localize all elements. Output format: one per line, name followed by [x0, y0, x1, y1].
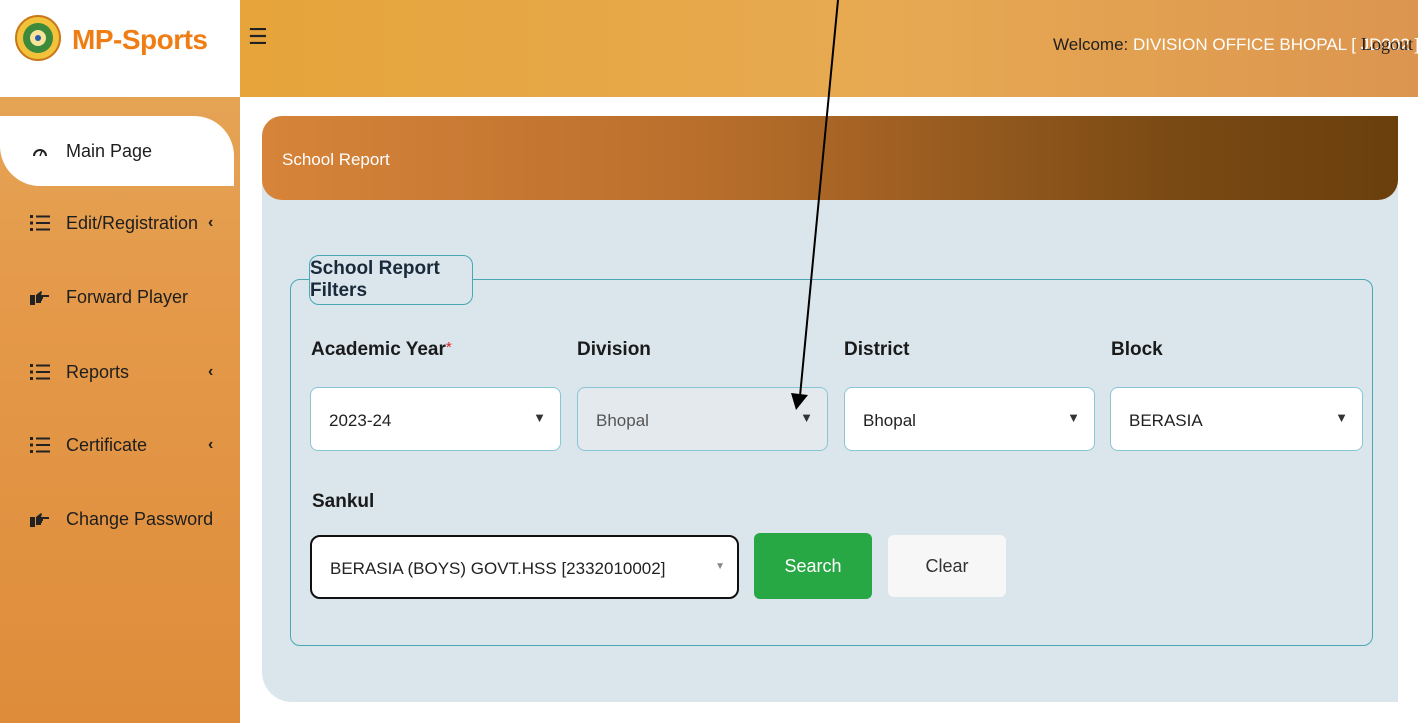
hand-point-icon — [30, 287, 50, 307]
sidebar-item-certificate[interactable]: Certificate ‹ — [0, 410, 236, 480]
chevron-down-icon: ▼ — [533, 410, 546, 425]
list-icon — [30, 213, 50, 233]
logout-link[interactable]: Logout — [1361, 34, 1413, 55]
district-select[interactable]: Bhopal ▼ — [844, 387, 1095, 451]
chevron-left-icon: ‹ — [208, 363, 214, 380]
academic-year-label-text: Academic Year — [311, 339, 446, 360]
district-value: Bhopal — [863, 411, 916, 430]
district-label: District — [844, 339, 910, 360]
academic-year-select[interactable]: 2023-24 ▼ — [310, 387, 561, 451]
sidebar-item-forward-player[interactable]: Forward Player — [0, 262, 236, 332]
sidebar-item-change-password[interactable]: Change Password — [0, 484, 236, 554]
sidebar-item-label: Change Password — [66, 508, 214, 529]
hand-point-icon — [30, 509, 50, 529]
welcome-prefix: Welcome: — [1053, 35, 1133, 54]
brand[interactable]: MP-Sports — [0, 0, 240, 97]
chevron-left-icon: ‹ — [208, 214, 214, 231]
sidebar-item-label: Edit/Registration — [66, 212, 199, 233]
list-icon — [30, 435, 50, 455]
block-select[interactable]: BERASIA ▼ — [1110, 387, 1363, 451]
chevron-down-icon: ▼ — [1067, 410, 1080, 425]
chevron-down-icon: ▼ — [1335, 410, 1348, 425]
card-header — [262, 116, 1398, 200]
dashboard-icon — [30, 141, 50, 161]
sidebar-item-edit-registration[interactable]: Edit/Registration ‹ — [0, 188, 236, 258]
chevron-down-icon: ▼ — [715, 561, 725, 572]
academic-year-value: 2023-24 — [329, 411, 392, 430]
division-select[interactable]: Bhopal ▼ — [577, 387, 828, 451]
menu-toggle-icon[interactable]: ☰ — [248, 24, 268, 50]
sidebar-item-label: Main Page — [66, 140, 153, 161]
chevron-left-icon: ‹ — [208, 436, 214, 453]
academic-year-label: Academic Year* — [311, 339, 452, 361]
required-marker: * — [445, 339, 452, 356]
sidebar-item-main-page[interactable]: Main Page — [0, 116, 234, 186]
sankul-select[interactable]: BERASIA (BOYS) GOVT.HSS [2332010002] ▼ — [310, 535, 739, 599]
sankul-value: BERASIA (BOYS) GOVT.HSS [2332010002] — [330, 559, 666, 578]
sidebar-item-reports[interactable]: Reports ‹ — [0, 337, 236, 407]
sidebar-item-label: Forward Player — [66, 286, 189, 307]
block-label: Block — [1111, 339, 1163, 360]
sankul-label: Sankul — [312, 491, 375, 512]
brand-name: MP-Sports — [72, 24, 208, 55]
search-button[interactable]: Search — [754, 533, 872, 599]
division-value: Bhopal — [596, 411, 649, 430]
sidebar-item-label: Reports — [66, 361, 130, 382]
block-value: BERASIA — [1129, 411, 1203, 430]
filters-legend: School Report Filters — [309, 255, 473, 305]
mp-logo-icon — [15, 15, 61, 61]
list-icon — [30, 362, 50, 382]
sidebar-item-label: Certificate — [66, 434, 148, 455]
division-label: Division — [577, 339, 651, 360]
page-title: School Report — [282, 150, 390, 169]
chevron-down-icon: ▼ — [800, 410, 813, 425]
clear-button[interactable]: Clear — [888, 535, 1006, 597]
